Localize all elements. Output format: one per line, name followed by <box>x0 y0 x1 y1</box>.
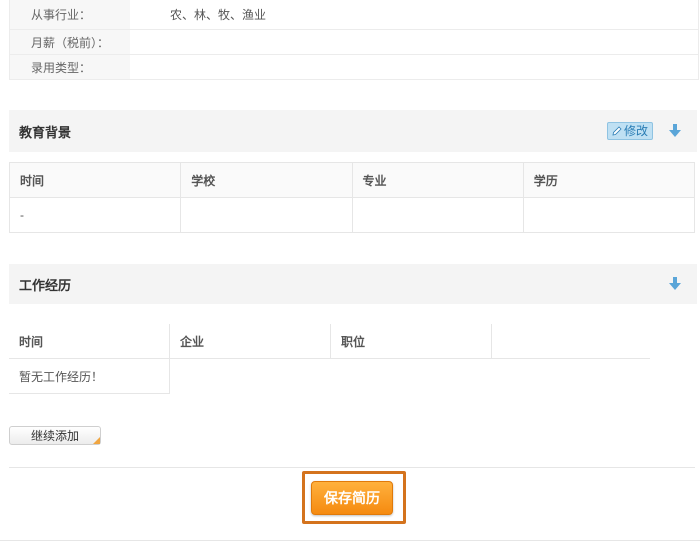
column-header <box>491 324 650 359</box>
info-label: 月薪（税前）： <box>10 30 130 54</box>
info-value <box>130 55 698 79</box>
column-header: 学历 <box>522 162 696 198</box>
education-section-header: 教育背景 修改 <box>9 110 697 152</box>
save-resume-button[interactable]: 保存简历 <box>311 481 393 515</box>
add-more-button[interactable]: 继续添加 <box>9 426 101 445</box>
table-header-row: 时间 企业 职位 <box>9 324 650 359</box>
column-header: 时间 <box>8 162 182 198</box>
info-label: 录用类型： <box>10 55 130 79</box>
basic-info-table: 从事行业： 农、林、牧、渔业 月薪（税前）： 录用类型： <box>9 0 699 80</box>
divider <box>0 540 700 541</box>
table-cell <box>351 197 524 233</box>
info-value: 农、林、牧、渔业 <box>170 8 267 22</box>
work-title: 工作经历 <box>19 277 72 293</box>
arrow-down-icon[interactable] <box>669 124 681 138</box>
table-row: - <box>8 197 696 233</box>
pencil-icon <box>612 126 622 136</box>
info-row-salary: 月薪（税前）： <box>10 29 698 54</box>
divider <box>9 467 695 468</box>
info-row-industry: 从事行业： 农、林、牧、渔业 <box>10 0 698 29</box>
education-table: 时间 学校 专业 学历 - <box>8 162 696 233</box>
info-value <box>130 30 698 54</box>
table-row: 暂无工作经历！ <box>9 358 650 394</box>
add-more-label: 继续添加 <box>30 429 79 443</box>
info-row-employment-type: 录用类型： <box>10 54 698 79</box>
work-section-header: 工作经历 <box>9 264 697 304</box>
table-cell <box>522 197 696 233</box>
column-header: 专业 <box>351 162 524 198</box>
column-header: 企业 <box>169 324 331 359</box>
info-label: 从事行业： <box>10 0 130 29</box>
save-resume-label: 保存简历 <box>324 490 380 506</box>
table-header-row: 时间 学校 专业 学历 <box>8 162 696 198</box>
table-cell: - <box>8 197 182 233</box>
edit-education-label: 修改 <box>623 123 648 138</box>
edit-education-button[interactable]: 修改 <box>606 122 653 140</box>
column-header: 时间 <box>9 324 170 359</box>
work-table: 时间 企业 职位 暂无工作经历！ <box>9 324 650 394</box>
column-header: 职位 <box>330 324 492 359</box>
arrow-down-icon[interactable] <box>669 277 681 291</box>
empty-message: 暂无工作经历！ <box>9 358 170 394</box>
table-cell <box>180 197 353 233</box>
education-title: 教育背景 <box>19 124 72 140</box>
column-header: 学校 <box>180 162 353 198</box>
